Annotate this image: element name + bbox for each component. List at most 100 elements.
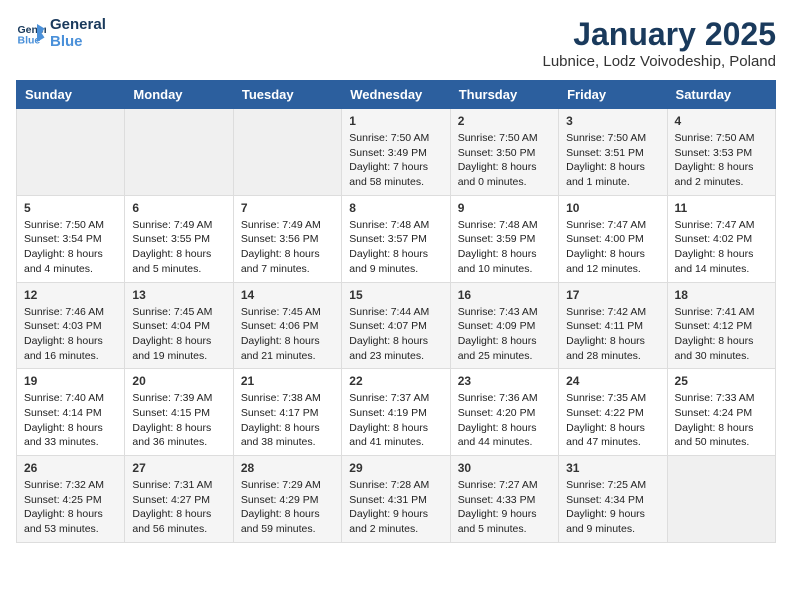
calendar-cell: 18Sunrise: 7:41 AM Sunset: 4:12 PM Dayli… — [667, 282, 775, 369]
day-number: 22 — [349, 374, 442, 388]
day-number: 14 — [241, 288, 334, 302]
day-info: Sunrise: 7:43 AM Sunset: 4:09 PM Dayligh… — [458, 305, 551, 364]
day-number: 15 — [349, 288, 442, 302]
title-area: January 2025 Lubnice, Lodz Voivodeship, … — [542, 16, 776, 70]
day-number: 7 — [241, 201, 334, 215]
calendar-cell: 16 Sunrise: 7:43 AM Sunset: 4:09 PM Dayli… — [450, 282, 558, 369]
calendar-cell: 9 Sunrise: 7:48 AM Sunset: 3:59 PM Daylig… — [450, 195, 558, 282]
calendar-cell: 19 Sunrise: 7:40 AM Sunset: 4:14 PM Dayli… — [17, 369, 125, 456]
day-info: Sunrise: 7:31 AM Sunset: 4:27 PM Dayligh… — [132, 478, 225, 537]
logo-general: General — [50, 16, 106, 33]
logo: General Blue General Blue — [16, 16, 106, 50]
day-info: Sunrise: 7:50 AM Sunset: 3:54 PM Dayligh… — [24, 218, 117, 277]
day-info: Sunrise: 7:37 AM Sunset: 4:19 PM Dayligh… — [349, 391, 442, 450]
calendar-cell: 7 Sunrise: 7:49 AM Sunset: 3:56 PM Daylig… — [233, 195, 341, 282]
day-info: Sunrise: 7:36 AM Sunset: 4:20 PM Dayligh… — [458, 391, 551, 450]
day-info: Sunrise: 7:35 AM Sunset: 4:22 PM Dayligh… — [566, 391, 659, 450]
calendar-week-1: 1Sunrise: 7:50 AM Sunset: 3:49 PM Daylig… — [17, 109, 776, 196]
calendar-week-5: 26 Sunrise: 7:32 AM Sunset: 4:25 PM Dayli… — [17, 456, 776, 543]
day-number: 25 — [675, 374, 768, 388]
calendar-cell: 15 Sunrise: 7:44 AM Sunset: 4:07 PM Dayli… — [342, 282, 450, 369]
calendar-cell: 22 Sunrise: 7:37 AM Sunset: 4:19 PM Dayli… — [342, 369, 450, 456]
calendar-cell: 17 Sunrise: 7:42 AM Sunset: 4:11 PM Dayli… — [559, 282, 667, 369]
weekday-header-thursday: Thursday — [450, 81, 558, 109]
day-info: Sunrise: 7:27 AM Sunset: 4:33 PM Dayligh… — [458, 478, 551, 537]
weekday-header-saturday: Saturday — [667, 81, 775, 109]
day-info: Sunrise: 7:47 AM Sunset: 4:02 PM Dayligh… — [675, 218, 768, 277]
day-number: 16 — [458, 288, 551, 302]
calendar-cell: 26 Sunrise: 7:32 AM Sunset: 4:25 PM Dayli… — [17, 456, 125, 543]
calendar-cell — [667, 456, 775, 543]
day-number: 26 — [24, 461, 117, 475]
calendar-cell: 14Sunrise: 7:45 AM Sunset: 4:06 PM Dayli… — [233, 282, 341, 369]
calendar-cell: 13Sunrise: 7:45 AM Sunset: 4:04 PM Dayli… — [125, 282, 233, 369]
calendar-cell: 8 Sunrise: 7:48 AM Sunset: 3:57 PM Daylig… — [342, 195, 450, 282]
day-info: Sunrise: 7:33 AM Sunset: 4:24 PM Dayligh… — [675, 391, 768, 450]
calendar-cell — [125, 109, 233, 196]
day-number: 8 — [349, 201, 442, 215]
calendar-cell: 20 Sunrise: 7:39 AM Sunset: 4:15 PM Dayli… — [125, 369, 233, 456]
day-info: Sunrise: 7:38 AM Sunset: 4:17 PM Dayligh… — [241, 391, 334, 450]
day-info: Sunrise: 7:40 AM Sunset: 4:14 PM Dayligh… — [24, 391, 117, 450]
day-info: Sunrise: 7:32 AM Sunset: 4:25 PM Dayligh… — [24, 478, 117, 537]
day-info: Sunrise: 7:29 AM Sunset: 4:29 PM Dayligh… — [241, 478, 334, 537]
day-info: Sunrise: 7:50 AM Sunset: 3:53 PM Dayligh… — [675, 131, 768, 190]
weekday-header-wednesday: Wednesday — [342, 81, 450, 109]
calendar-cell: 29 Sunrise: 7:28 AM Sunset: 4:31 PM Dayli… — [342, 456, 450, 543]
day-number: 24 — [566, 374, 659, 388]
day-number: 12 — [24, 288, 117, 302]
calendar-subtitle: Lubnice, Lodz Voivodeship, Poland — [542, 53, 776, 70]
weekday-header-row: SundayMondayTuesdayWednesdayThursdayFrid… — [17, 81, 776, 109]
day-info: Sunrise: 7:44 AM Sunset: 4:07 PM Dayligh… — [349, 305, 442, 364]
calendar-cell — [233, 109, 341, 196]
day-number: 10 — [566, 201, 659, 215]
day-number: 17 — [566, 288, 659, 302]
day-number: 20 — [132, 374, 225, 388]
day-info: Sunrise: 7:50 AM Sunset: 3:50 PM Dayligh… — [458, 131, 551, 190]
day-info: Sunrise: 7:28 AM Sunset: 4:31 PM Dayligh… — [349, 478, 442, 537]
day-info: Sunrise: 7:39 AM Sunset: 4:15 PM Dayligh… — [132, 391, 225, 450]
logo-blue: Blue — [50, 33, 106, 50]
day-info: Sunrise: 7:48 AM Sunset: 3:57 PM Dayligh… — [349, 218, 442, 277]
day-info: Sunrise: 7:42 AM Sunset: 4:11 PM Dayligh… — [566, 305, 659, 364]
day-info: Sunrise: 7:50 AM Sunset: 3:51 PM Dayligh… — [566, 131, 659, 190]
day-number: 2 — [458, 114, 551, 128]
day-info: Sunrise: 7:49 AM Sunset: 3:56 PM Dayligh… — [241, 218, 334, 277]
day-number: 30 — [458, 461, 551, 475]
calendar-week-3: 12 Sunrise: 7:46 AM Sunset: 4:03 PM Dayli… — [17, 282, 776, 369]
calendar-table: SundayMondayTuesdayWednesdayThursdayFrid… — [16, 80, 776, 543]
day-number: 19 — [24, 374, 117, 388]
calendar-cell: 11 Sunrise: 7:47 AM Sunset: 4:02 PM Dayli… — [667, 195, 775, 282]
calendar-cell: 21 Sunrise: 7:38 AM Sunset: 4:17 PM Dayli… — [233, 369, 341, 456]
day-number: 31 — [566, 461, 659, 475]
day-number: 18 — [675, 288, 768, 302]
weekday-header-sunday: Sunday — [17, 81, 125, 109]
day-info: Sunrise: 7:25 AM Sunset: 4:34 PM Dayligh… — [566, 478, 659, 537]
day-number: 6 — [132, 201, 225, 215]
calendar-cell: 6Sunrise: 7:49 AM Sunset: 3:55 PM Daylig… — [125, 195, 233, 282]
day-number: 29 — [349, 461, 442, 475]
day-number: 27 — [132, 461, 225, 475]
logo-icon: General Blue — [16, 18, 46, 48]
calendar-week-2: 5 Sunrise: 7:50 AM Sunset: 3:54 PM Daylig… — [17, 195, 776, 282]
calendar-cell: 27 Sunrise: 7:31 AM Sunset: 4:27 PM Dayli… — [125, 456, 233, 543]
day-number: 5 — [24, 201, 117, 215]
calendar-cell: 4Sunrise: 7:50 AM Sunset: 3:53 PM Daylig… — [667, 109, 775, 196]
calendar-title: January 2025 — [542, 16, 776, 53]
day-number: 9 — [458, 201, 551, 215]
svg-text:Blue: Blue — [18, 35, 41, 47]
calendar-cell: 31 Sunrise: 7:25 AM Sunset: 4:34 PM Dayli… — [559, 456, 667, 543]
weekday-header-monday: Monday — [125, 81, 233, 109]
day-number: 28 — [241, 461, 334, 475]
calendar-week-4: 19 Sunrise: 7:40 AM Sunset: 4:14 PM Dayli… — [17, 369, 776, 456]
day-info: Sunrise: 7:46 AM Sunset: 4:03 PM Dayligh… — [24, 305, 117, 364]
day-info: Sunrise: 7:48 AM Sunset: 3:59 PM Dayligh… — [458, 218, 551, 277]
day-number: 11 — [675, 201, 768, 215]
weekday-header-friday: Friday — [559, 81, 667, 109]
calendar-cell: 5 Sunrise: 7:50 AM Sunset: 3:54 PM Daylig… — [17, 195, 125, 282]
day-number: 21 — [241, 374, 334, 388]
day-info: Sunrise: 7:45 AM Sunset: 4:04 PM Dayligh… — [132, 305, 225, 364]
day-number: 23 — [458, 374, 551, 388]
weekday-header-tuesday: Tuesday — [233, 81, 341, 109]
calendar-cell: 3Sunrise: 7:50 AM Sunset: 3:51 PM Daylig… — [559, 109, 667, 196]
